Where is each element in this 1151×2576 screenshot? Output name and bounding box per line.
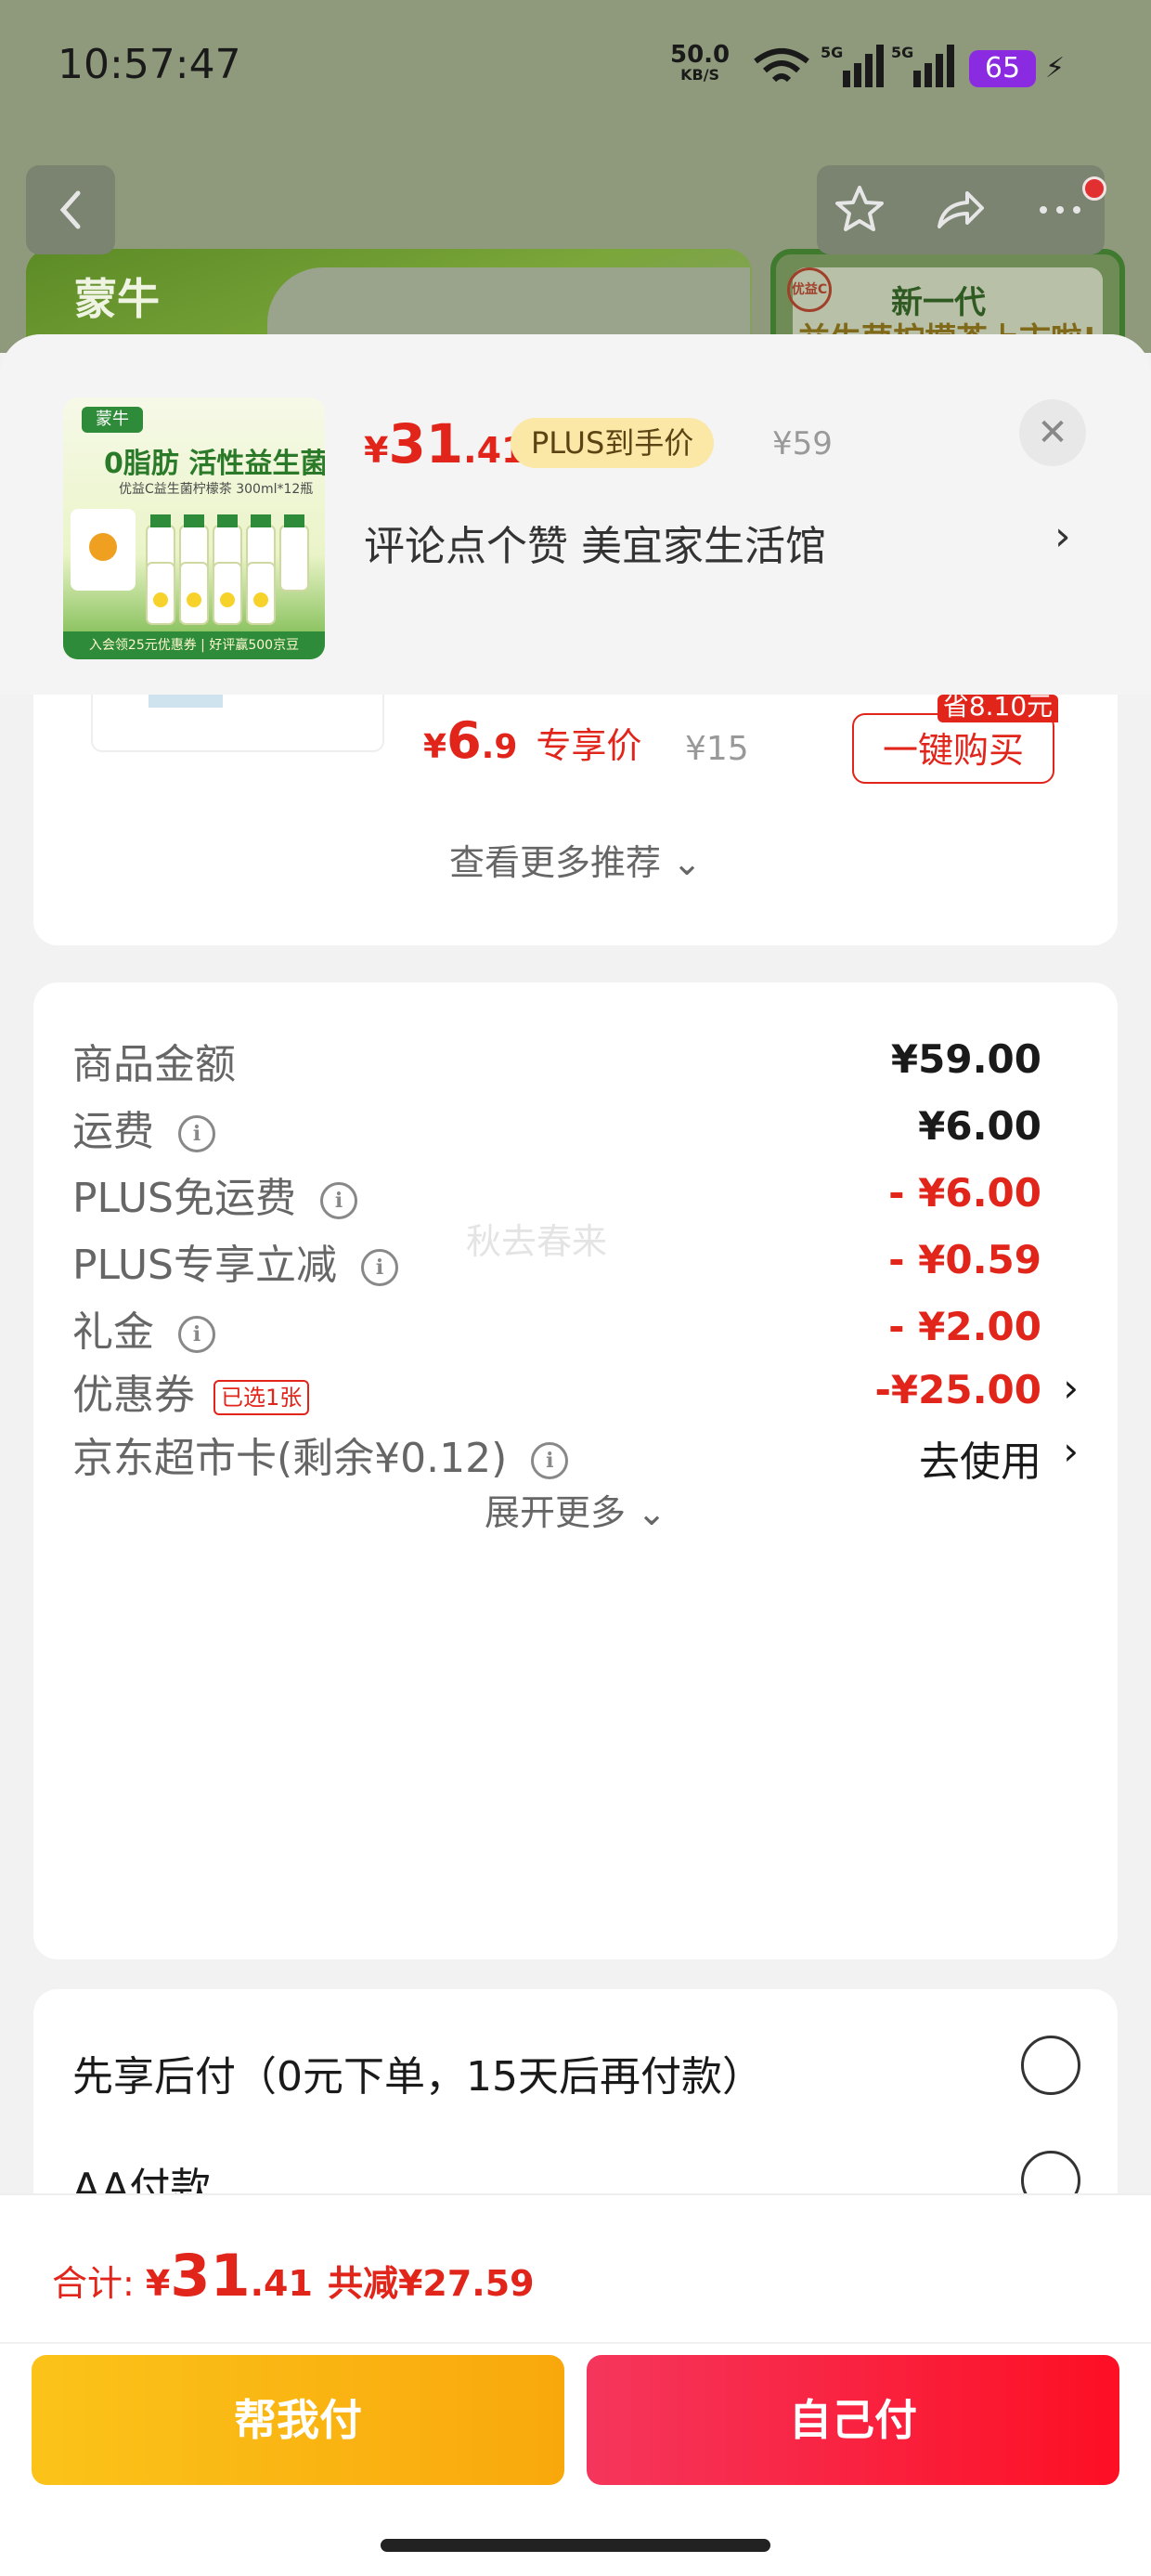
brand-logo: 蒙牛 <box>74 274 160 324</box>
recommend-card: ¥6.9 专享价 ¥15 一键购买 省8.10元 查看更多推荐 ⌄ <box>33 695 1118 945</box>
row-value: ¥59.00 <box>890 1036 1041 1082</box>
row-plus-free-shipping: PLUS免运费 i - ¥6.00 <box>72 1164 1079 1229</box>
recommend-price: ¥6.9 专享价 <box>423 711 641 770</box>
product-thumbnail: 蒙牛 0脂肪 活性益生菌 优益C益生菌柠檬茶 300ml*12瓶 入会领25元优… <box>63 397 325 659</box>
coupon-selected-badge: 已选1张 <box>213 1380 310 1415</box>
recommend-item-image[interactable] <box>91 695 384 752</box>
row-label-text: PLUS专享立减 <box>72 1242 337 1289</box>
row-gift-money: 礼金 i - ¥2.00 <box>72 1298 1079 1363</box>
total-saved: 共减¥27.59 <box>327 2263 535 2304</box>
chevron-left-icon <box>59 190 81 229</box>
wifi-icon <box>754 48 809 83</box>
thumbnail-promo-bar: 入会领25元优惠券 | 好评赢500京豆 <box>63 631 325 659</box>
order-total: 合计: ¥31.41 共减¥27.59 <box>52 2242 535 2309</box>
total-label: 合计: <box>52 2263 146 2304</box>
row-plus-discount: PLUS专享立减 i - ¥0.59 <box>72 1231 1079 1296</box>
original-price: ¥59 <box>772 425 833 462</box>
row-value: - ¥2.00 <box>888 1304 1041 1349</box>
info-icon[interactable]: i <box>361 1249 398 1286</box>
plus-price-tag: PLUS到手价 <box>511 418 715 468</box>
row-label: 商品金额 <box>72 1041 236 1088</box>
status-bar: 10:57:47 50.0 KB/S 5G 5G 65 ⚡ <box>0 0 1151 139</box>
thumbnail-badge <box>71 509 136 591</box>
shop-name[interactable]: 评论点个赞 美宜家生活馆 <box>364 513 826 572</box>
one-click-buy-button[interactable]: 一键购买 <box>852 713 1054 784</box>
row-value: ¥6.00 <box>918 1103 1041 1149</box>
info-icon[interactable]: i <box>320 1182 357 1219</box>
clock: 10:57:47 <box>58 41 241 88</box>
pay-later-radio[interactable] <box>1021 2036 1080 2095</box>
row-label-text: PLUS免运费 <box>72 1175 296 1222</box>
promo-seal: 优益C <box>787 267 832 312</box>
row-goods-amount: 商品金额 ¥59.00 <box>72 1031 1079 1096</box>
row-label-text: 运费 <box>72 1108 154 1155</box>
total-decimal: .41 <box>250 2263 313 2304</box>
save-amount-badge: 省8.10元 <box>938 695 1058 722</box>
amount-breakdown-card: 秋去春来 商品金额 ¥59.00 运费 i ¥6.00 PLUS免运费 i - ¥6… <box>33 982 1118 1959</box>
info-icon[interactable]: i <box>178 1316 215 1353</box>
bottles-image <box>146 514 309 625</box>
network-speed: 50.0 KB/S <box>670 43 730 85</box>
use-card-link[interactable]: 去使用 <box>919 1428 1041 1488</box>
row-label: 礼金 i <box>72 1298 215 1358</box>
price-integer: 31 <box>388 412 464 475</box>
row-coupon[interactable]: 优惠券 已选1张 -¥25.00 › <box>72 1361 1079 1426</box>
checkout-bar: 合计: ¥31.41 共减¥27.59 帮我付 自己付 <box>0 2193 1151 2576</box>
battery-indicator: 65 <box>969 50 1036 87</box>
help-me-pay-button[interactable]: 帮我付 <box>32 2355 564 2485</box>
recommend-price-integer: 6 <box>446 711 482 770</box>
more-recommendations-link[interactable]: 查看更多推荐 ⌄ <box>33 834 1118 885</box>
row-label: 京东超市卡(剩余¥0.12) i <box>72 1425 569 1484</box>
star-icon[interactable] <box>832 182 887 238</box>
expand-more-link[interactable]: 展开更多 ⌄ <box>33 1484 1118 1535</box>
info-icon[interactable]: i <box>178 1115 215 1152</box>
pay-later-option[interactable]: 先享后付（0元下单，15天后再付款） <box>72 2043 763 2102</box>
pay-myself-button[interactable]: 自己付 <box>587 2355 1119 2485</box>
charging-icon: ⚡ <box>1045 52 1066 85</box>
recommend-price-label: 专享价 <box>536 725 642 766</box>
total-integer: 31 <box>170 2242 251 2309</box>
share-icon[interactable] <box>932 182 988 238</box>
close-button[interactable]: ✕ <box>1019 399 1086 466</box>
row-value: -¥25.00 <box>874 1367 1041 1412</box>
back-button[interactable] <box>26 165 115 254</box>
signal-icon-2: 5G <box>891 44 954 87</box>
product-header: 蒙牛 0脂肪 活性益生菌 优益C益生菌柠檬茶 300ml*12瓶 入会领25元优… <box>0 334 1151 695</box>
home-indicator[interactable] <box>381 2539 770 2552</box>
recommend-price-decimal: .9 <box>481 728 518 766</box>
thumbnail-logo: 蒙牛 <box>82 407 143 433</box>
total-symbol: ¥ <box>145 2263 171 2304</box>
chevron-right-icon[interactable]: › <box>1054 513 1071 560</box>
row-shipping: 运费 i ¥6.00 <box>72 1098 1079 1163</box>
info-icon[interactable]: i <box>531 1442 569 1479</box>
divider <box>0 2342 1151 2344</box>
row-supermarket-card[interactable]: 京东超市卡(剩余¥0.12) i 去使用 › <box>72 1425 1079 1490</box>
signal-1-label: 5G <box>821 44 843 61</box>
row-label-text: 优惠券 <box>72 1372 195 1419</box>
signal-2-label: 5G <box>891 44 913 61</box>
recommend-original-price: ¥15 <box>685 730 749 768</box>
signal-icon-1: 5G <box>821 44 884 87</box>
chevron-right-icon[interactable]: › <box>1063 1365 1079 1411</box>
thumbnail-subtitle: 优益C益生菌柠檬茶 300ml*12瓶 <box>119 482 314 497</box>
row-label-text: 礼金 <box>72 1308 154 1356</box>
row-value: - ¥0.59 <box>888 1237 1041 1282</box>
thumbnail-title: 0脂肪 活性益生菌 <box>104 448 325 480</box>
notification-dot <box>1082 176 1106 201</box>
nav-actions <box>817 165 1105 254</box>
more-icon[interactable] <box>1032 182 1088 238</box>
row-label: PLUS专享立减 i <box>72 1231 398 1291</box>
chevron-right-icon[interactable]: › <box>1063 1428 1079 1474</box>
row-value: - ¥6.00 <box>888 1170 1041 1216</box>
row-label: PLUS免运费 i <box>72 1164 357 1224</box>
price-symbol: ¥ <box>364 430 389 471</box>
row-label: 运费 i <box>72 1098 215 1157</box>
recommend-price-symbol: ¥ <box>423 728 447 766</box>
row-label-text: 京东超市卡(剩余¥0.12) <box>72 1435 508 1482</box>
product-price: ¥31.41 PLUS到手价 ¥59 <box>364 412 833 477</box>
row-label: 优惠券 已选1张 <box>72 1361 310 1421</box>
